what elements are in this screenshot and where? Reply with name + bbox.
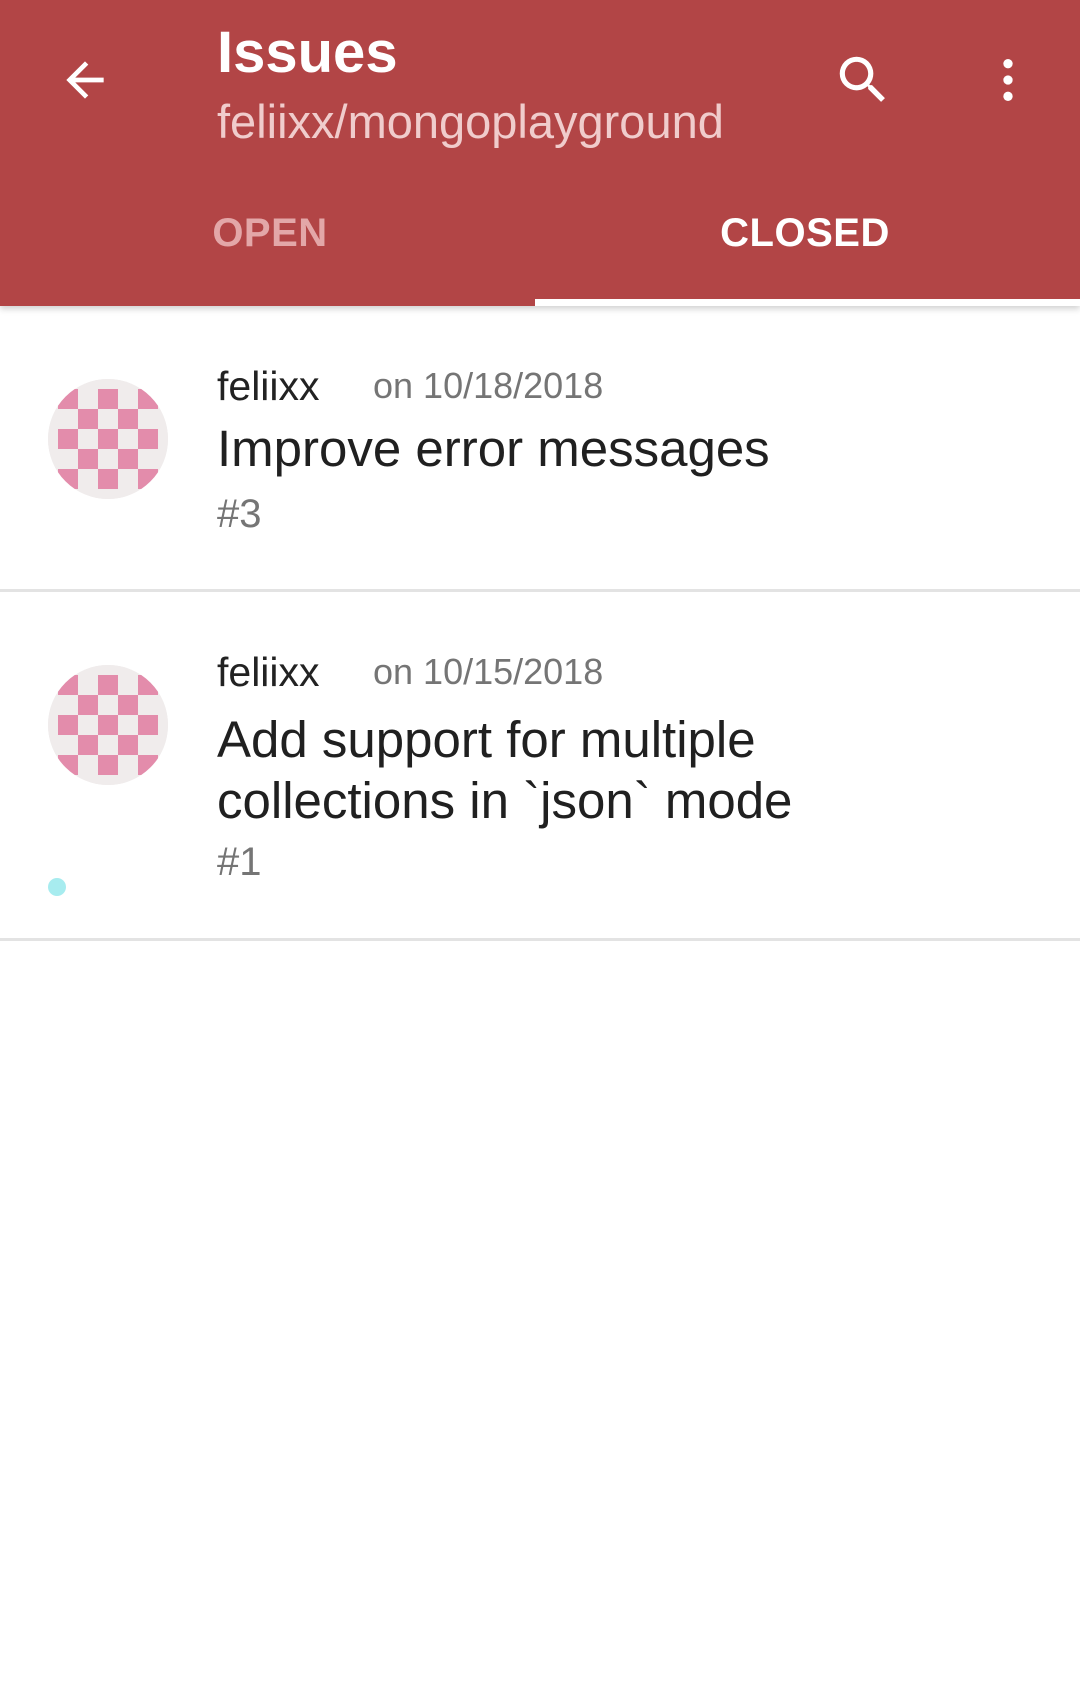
- app-bar: Issues feliixx/mongoplayground OPEN CLOS…: [0, 0, 1080, 306]
- issue-list-item[interactable]: feliixx on 10/18/2018 Improve error mess…: [0, 306, 1080, 592]
- page-title: Issues: [217, 20, 398, 85]
- issue-title: Improve error messages: [217, 420, 770, 477]
- tab-open[interactable]: OPEN: [0, 196, 540, 306]
- back-button[interactable]: [40, 35, 130, 125]
- issue-date: on 10/15/2018: [373, 651, 604, 692]
- tab-closed[interactable]: CLOSED: [535, 196, 1075, 306]
- issue-author: feliixx: [217, 363, 320, 409]
- issue-number: #3: [217, 492, 262, 536]
- issue-list-item[interactable]: feliixx on 10/15/2018 Add support for mu…: [0, 592, 1080, 941]
- search-button[interactable]: [818, 35, 908, 125]
- arrow-back-icon: [66, 61, 104, 99]
- avatar[interactable]: [48, 379, 168, 499]
- more-vertical-icon: [1003, 59, 1013, 101]
- checkered-avatar-icon: [48, 379, 168, 499]
- tab-closed-label: CLOSED: [720, 210, 890, 255]
- more-options-button[interactable]: [968, 35, 1048, 125]
- checkered-avatar-icon: [48, 665, 168, 785]
- issues-screen: Issues feliixx/mongoplayground OPEN CLOS…: [0, 0, 1080, 1699]
- avatar[interactable]: [48, 665, 168, 785]
- tab-indicator: [535, 299, 1080, 306]
- issue-author: feliixx: [217, 649, 320, 695]
- search-icon: [839, 56, 885, 102]
- issue-number: #1: [217, 840, 262, 884]
- tab-open-label: OPEN: [212, 210, 328, 255]
- unread-indicator-dot: [48, 878, 66, 896]
- repo-name: feliixx/mongoplayground: [217, 95, 724, 148]
- issue-title: Add support for multiple collections in …: [217, 711, 793, 829]
- issue-date: on 10/18/2018: [373, 365, 604, 406]
